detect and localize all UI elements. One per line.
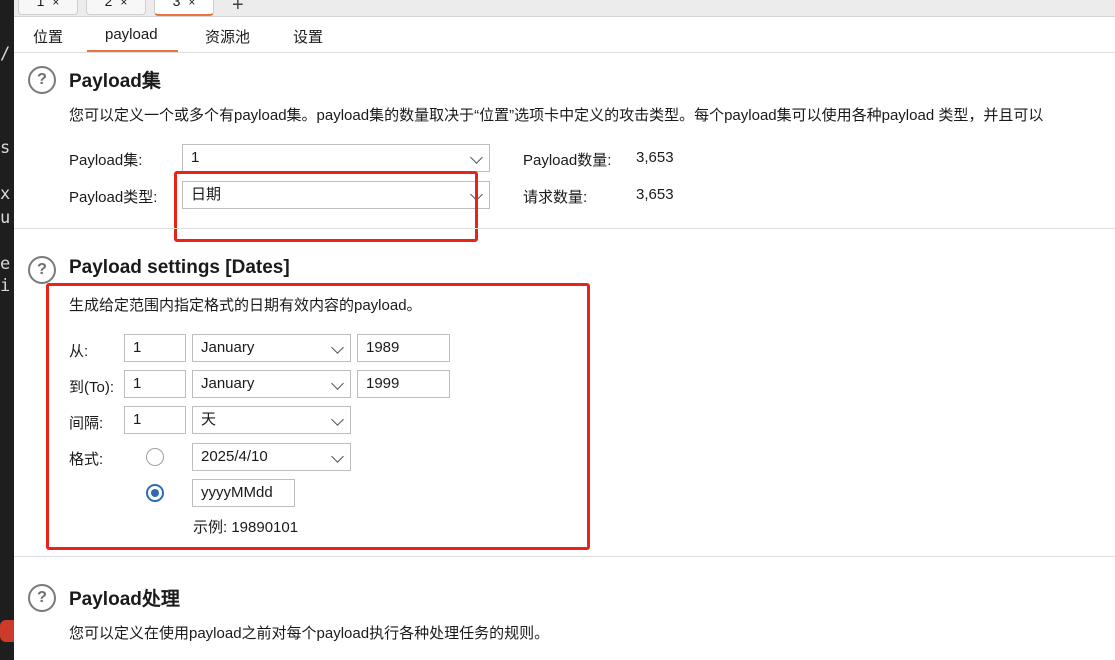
- qq-icon[interactable]: [0, 620, 14, 642]
- payload-set-select[interactable]: 1: [182, 144, 490, 172]
- sub-tab-bar: 位置 payload 资源池 设置: [14, 18, 1115, 53]
- attack-tab-2[interactable]: 2 ×: [86, 0, 146, 15]
- terminal-glyph: s: [0, 138, 11, 158]
- terminal-glyph: i: [0, 276, 11, 296]
- section-title-payload-settings: Payload settings [Dates]: [69, 257, 290, 278]
- help-icon[interactable]: ?: [28, 584, 56, 612]
- tab-payload[interactable]: payload: [87, 26, 177, 52]
- payload-sets-description: 您可以定义一个或多个有payload集。payload集的数量取决于“位置”选项…: [69, 107, 1044, 124]
- close-icon[interactable]: ×: [188, 0, 195, 9]
- add-tab-button[interactable]: +: [232, 0, 244, 17]
- tab-settings[interactable]: 设置: [293, 26, 323, 47]
- attack-tab-1[interactable]: 1 ×: [18, 0, 78, 15]
- request-count-label: 请求数量:: [523, 189, 588, 206]
- payload-set-label: Payload集:: [69, 152, 143, 169]
- close-icon[interactable]: ×: [120, 0, 127, 9]
- section-divider: [14, 556, 1115, 557]
- section-title-payload-processing: Payload处理: [69, 589, 180, 610]
- terminal-glyph: u: [0, 208, 11, 228]
- attack-tab-bar: 1 × 2 × 3 × +: [14, 0, 1115, 17]
- terminal-strip: /: s x u e i: [0, 0, 14, 660]
- tab-positions[interactable]: 位置: [33, 26, 63, 47]
- section-divider: [14, 228, 1115, 229]
- section-title-payload-sets: Payload集: [69, 71, 161, 92]
- chevron-down-icon: [470, 151, 483, 164]
- close-icon[interactable]: ×: [52, 0, 59, 9]
- terminal-glyph: e: [0, 254, 11, 274]
- terminal-glyph: x: [0, 184, 11, 204]
- help-icon[interactable]: ?: [28, 256, 56, 284]
- annotation-box: [46, 283, 590, 550]
- attack-tab-3[interactable]: 3 ×: [154, 0, 214, 16]
- annotation-box: [174, 171, 478, 242]
- tab-resource-pool[interactable]: 资源池: [205, 26, 250, 47]
- request-count-value: 3,653: [636, 186, 674, 203]
- terminal-glyph: /:: [0, 44, 14, 64]
- payload-type-label: Payload类型:: [69, 189, 158, 206]
- payload-processing-description: 您可以定义在使用payload之前对每个payload执行各种处理任务的规则。: [69, 625, 550, 642]
- payload-count-value: 3,653: [636, 149, 674, 166]
- payload-count-label: Payload数量:: [523, 152, 612, 169]
- help-icon[interactable]: ?: [28, 66, 56, 94]
